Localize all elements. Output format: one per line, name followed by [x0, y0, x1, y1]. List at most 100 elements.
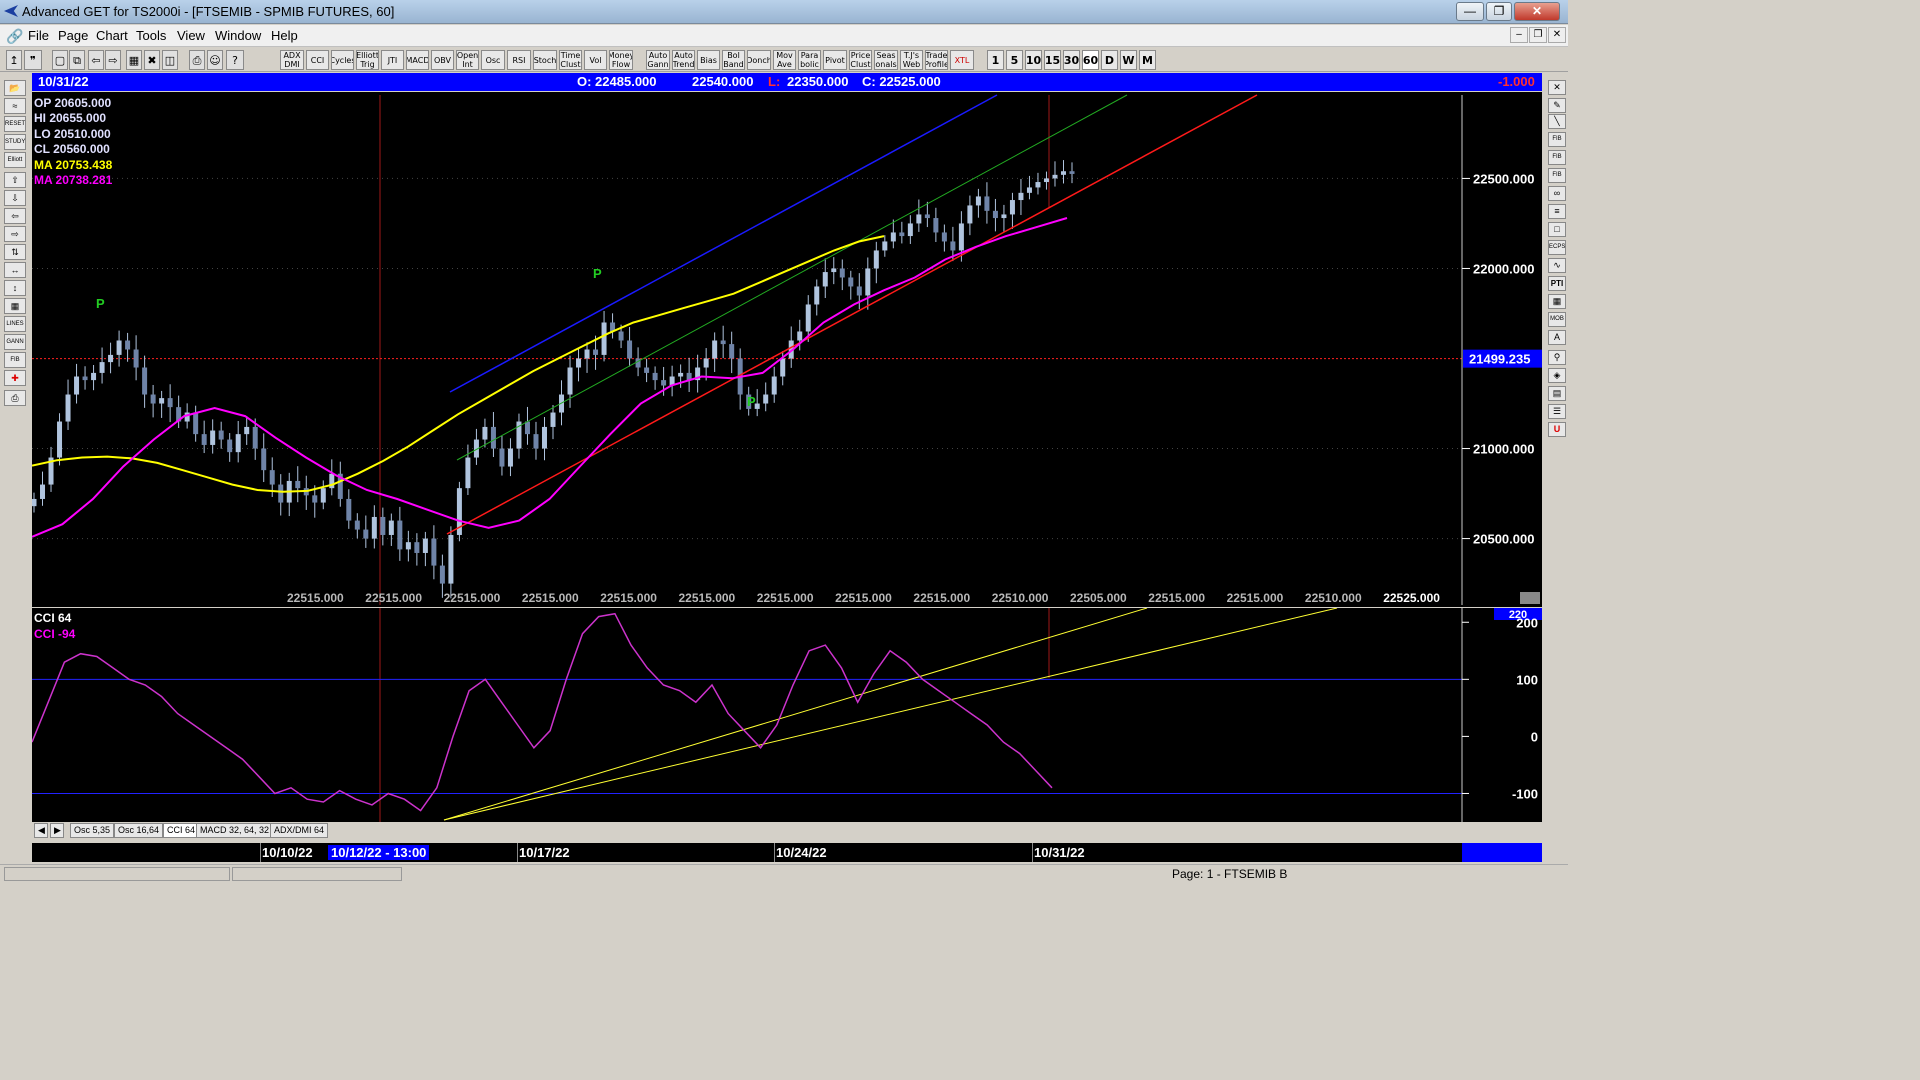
pattern-tool-icon[interactable]: ≈: [4, 98, 26, 114]
fan-icon[interactable]: ∞: [1548, 186, 1566, 201]
interval-5-button[interactable]: 5: [1006, 50, 1023, 70]
study-auto-gann[interactable]: Auto Gann: [646, 50, 670, 70]
minimize-button[interactable]: —: [1456, 2, 1484, 21]
cross-icon[interactable]: ✖: [144, 50, 160, 70]
study-adx-dmi[interactable]: ADX DMI: [280, 50, 304, 70]
study-bias[interactable]: Bias: [697, 50, 720, 70]
study-vol[interactable]: Vol: [584, 50, 607, 70]
menu-chart[interactable]: Chart: [96, 28, 128, 43]
study-jti[interactable]: JTI: [381, 50, 404, 70]
maximize-button[interactable]: ❐: [1486, 2, 1512, 21]
paint-icon[interactable]: ◈: [1548, 368, 1566, 383]
study-cycles[interactable]: Cycles: [331, 50, 354, 70]
study-open-int[interactable]: Open Int: [456, 50, 479, 70]
arrow-left-icon[interactable]: ⇦: [4, 208, 26, 224]
pointer-icon[interactable]: ↥: [6, 50, 22, 70]
fib-ext-icon[interactable]: FIB: [1548, 150, 1566, 165]
save-icon[interactable]: ⎙: [4, 390, 26, 406]
undo-icon[interactable]: U: [1548, 422, 1566, 437]
interval-30-button[interactable]: 30: [1063, 50, 1080, 70]
arrow-right-icon[interactable]: ⇨: [4, 226, 26, 242]
menu-view[interactable]: View: [177, 28, 205, 43]
text-tool-icon[interactable]: A: [1548, 330, 1566, 345]
close-tool-icon[interactable]: ✕: [1548, 80, 1566, 95]
gann-tool-icon[interactable]: GANN: [4, 334, 26, 350]
cci-trendline-lower[interactable]: [443, 607, 1338, 821]
channel-icon[interactable]: ≡: [1548, 204, 1566, 219]
interval-15-button[interactable]: 15: [1044, 50, 1061, 70]
zoom-icon[interactable]: ⚲: [1548, 350, 1566, 365]
study-mov-ave[interactable]: Mov Ave: [773, 50, 796, 70]
reset-icon[interactable]: RESET: [4, 116, 26, 132]
cci-trendline-upper[interactable]: [443, 607, 1148, 821]
menu-help[interactable]: Help: [271, 28, 298, 43]
study-donch[interactable]: Donch: [747, 50, 771, 70]
grid-icon[interactable]: ▦: [126, 50, 142, 70]
pencil-icon[interactable]: ✎: [1548, 98, 1566, 113]
fib-tool-icon[interactable]: FIB: [4, 352, 26, 368]
study-obv[interactable]: OBV: [431, 50, 454, 70]
doc-icon[interactable]: 🔗: [6, 28, 23, 45]
price-chart[interactable]: P P P OP 20605.000 HI 20655.000 LO 20510…: [31, 92, 1542, 607]
study-xtl[interactable]: XTL: [950, 50, 974, 70]
help-icon[interactable]: ?: [226, 50, 244, 70]
quote-icon[interactable]: ❞: [24, 50, 42, 70]
ecps-icon[interactable]: ECPS: [1548, 240, 1566, 255]
tab-scroll-right-icon[interactable]: ▶: [50, 823, 64, 838]
resize-grip-icon[interactable]: [1520, 592, 1540, 604]
scroll-right-icon[interactable]: ⇨: [105, 50, 121, 70]
box-icon[interactable]: □: [1548, 222, 1566, 237]
new-page-icon[interactable]: ▢: [52, 50, 68, 70]
close-button[interactable]: ✕: [1514, 2, 1560, 21]
study-elliott-trig[interactable]: Elliott Trig: [356, 50, 379, 70]
menu-page[interactable]: Page: [58, 28, 88, 43]
copy-icon[interactable]: ⧉: [69, 50, 85, 70]
mdi-close-button[interactable]: ✕: [1548, 27, 1566, 43]
tab-cci-64[interactable]: CCI 64: [163, 823, 200, 838]
study-tool-icon[interactable]: STUDY: [4, 134, 26, 150]
study-parabolic[interactable]: Para bolic: [798, 50, 821, 70]
print-icon[interactable]: ⎙: [189, 50, 205, 70]
study-pivot[interactable]: Pivot: [823, 50, 847, 70]
wave-icon[interactable]: ∿: [1548, 258, 1566, 273]
grid-tool-icon[interactable]: ▦: [1548, 294, 1566, 309]
bulb-icon[interactable]: ☺: [207, 50, 223, 70]
folder-icon[interactable]: 📂: [4, 80, 26, 96]
study-cci[interactable]: CCI: [306, 50, 329, 70]
layers-icon[interactable]: ▤: [1548, 386, 1566, 401]
mdi-minimize-button[interactable]: –: [1510, 27, 1528, 43]
pti-icon[interactable]: PTI: [1548, 276, 1566, 291]
crosshair-icon[interactable]: ✚: [4, 370, 26, 386]
interval-w-button[interactable]: W: [1120, 50, 1137, 70]
study-price-clust[interactable]: Price Clust: [849, 50, 872, 70]
line-tool-icon[interactable]: ╲: [1548, 114, 1566, 129]
expand-horizontal-icon[interactable]: ↔: [4, 262, 26, 278]
tab-adx-dmi[interactable]: ADX/DMI 64: [270, 823, 329, 838]
fib-ret-icon[interactable]: FIB: [1548, 132, 1566, 147]
date-scroll-strip[interactable]: [1462, 843, 1542, 862]
interval-10-button[interactable]: 10: [1025, 50, 1042, 70]
table-icon[interactable]: ▦: [4, 298, 26, 314]
study-macd[interactable]: MACD: [406, 50, 429, 70]
study-auto-trend[interactable]: Auto Trend: [672, 50, 695, 70]
fib-time-icon[interactable]: FIB: [1548, 168, 1566, 183]
interval-d-button[interactable]: D: [1101, 50, 1118, 70]
study-time-clust[interactable]: Time Clust: [559, 50, 582, 70]
interval-1-button[interactable]: 1: [987, 50, 1004, 70]
scroll-left-icon[interactable]: ⇦: [88, 50, 104, 70]
menu-tools[interactable]: Tools: [136, 28, 166, 43]
study-osc[interactable]: Osc: [481, 50, 505, 70]
tab-scroll-left-icon[interactable]: ◀: [34, 823, 48, 838]
study-stoch[interactable]: Stoch: [533, 50, 557, 70]
cci-chart-svg[interactable]: CCI 64 CCI -94 220 2001000-100: [31, 607, 1542, 822]
mdi-restore-button[interactable]: ❐: [1529, 27, 1547, 43]
lines-tool-icon[interactable]: LINES: [4, 316, 26, 332]
interval-m-button[interactable]: M: [1139, 50, 1156, 70]
elliott-tool-icon[interactable]: Elliott: [4, 152, 26, 168]
tab-osc-5-35[interactable]: Osc 5,35: [70, 823, 115, 838]
tab-macd[interactable]: MACD 32, 64, 32: [196, 823, 274, 838]
lower-channel-line[interactable]: [446, 94, 1258, 535]
price-chart-svg[interactable]: P P P OP 20605.000 HI 20655.000 LO 20510…: [31, 92, 1542, 607]
arrow-up-icon[interactable]: ⇧: [4, 172, 26, 188]
study-money-flow[interactable]: Money Flow: [609, 50, 633, 70]
